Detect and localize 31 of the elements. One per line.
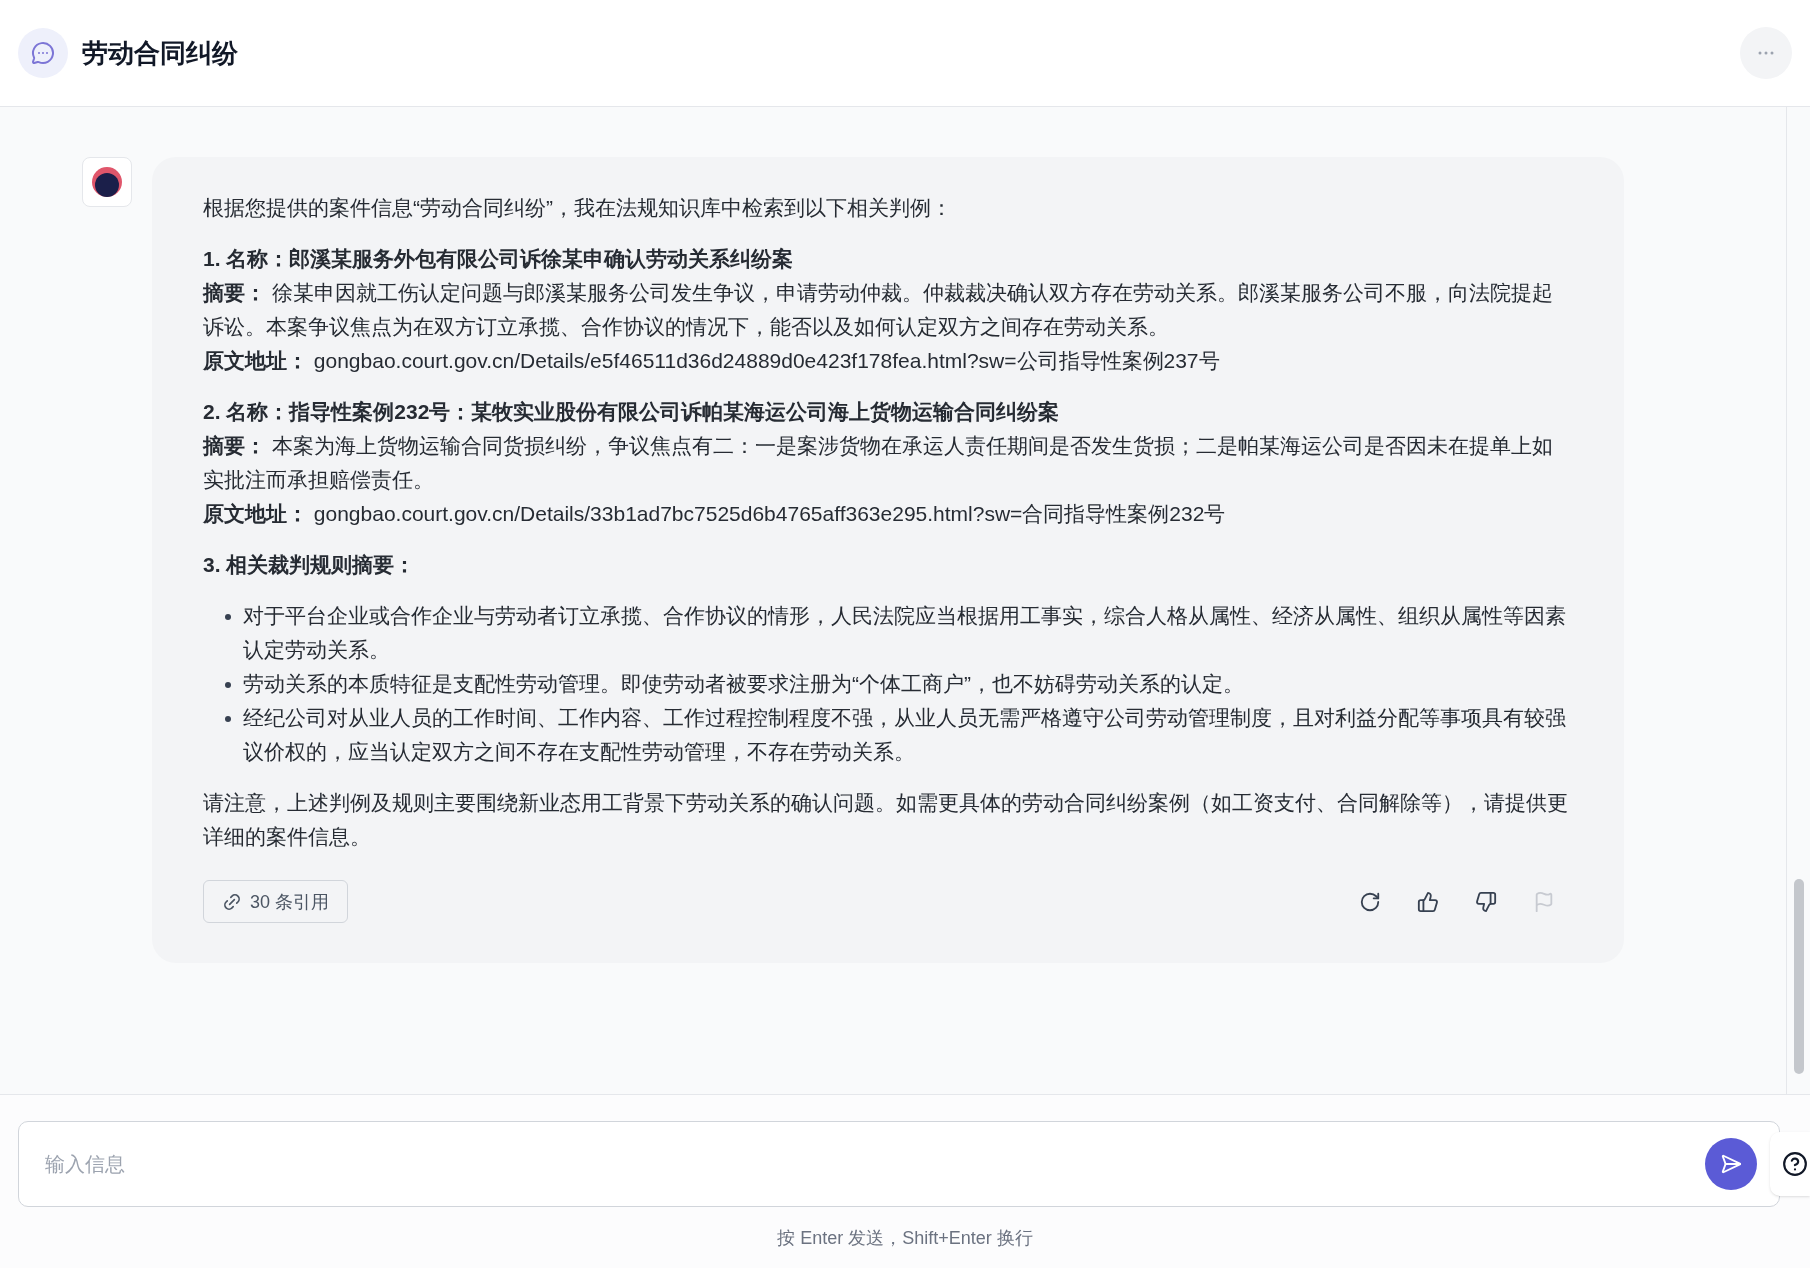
input-hint: 按 Enter 发送，Shift+Enter 换行 bbox=[776, 1227, 1034, 1250]
citations-button[interactable]: 30 条引用 bbox=[203, 880, 349, 923]
more-icon bbox=[1758, 51, 1774, 55]
window-title: 劳动合同纠纷 bbox=[82, 36, 238, 70]
send-icon bbox=[1720, 1153, 1742, 1175]
help-button[interactable] bbox=[1770, 1132, 1810, 1196]
help-icon bbox=[1782, 1151, 1808, 1177]
bullet-icon bbox=[225, 614, 231, 620]
refresh-icon[interactable] bbox=[1359, 890, 1381, 913]
message-input[interactable]: 输入信息 bbox=[45, 1149, 1705, 1179]
case-summary: 摘要： 本案为海上货物运输合同货损纠纷，争议焦点有二：一是案涉货物在承运人责任期间是否发生货损；二是帕某海运公司是否因未在提单上如实批注而承担赔偿责任。 bbox=[203, 433, 1554, 493]
case-summary: 摘要： 徐某申因就工伤认定问题与郎溪某服务公司发生争议，申请劳动仲裁。仲裁裁决确认双方存在劳动关系。郎溪某服务公司不服，向法院提起诉讼。本案争议焦点为在双方订立承揽、合作协议的情况下，能否以及如何认定双方之间存在劳动关系。 bbox=[203, 280, 1554, 340]
message-paragraph: 请注意，上述判例及规则主要围绕新业态用工背景下劳动关系的确认问题。如需更具体的劳动合同纠纷案例（如工资支付、合同解除等），请提供更详细的案件信息。 bbox=[203, 790, 1569, 850]
case-source: 原文地址： gongbao.court.gov.cn/Details/e5f46511d36d24889d0e423f178fea.html?sw=公司指导性案例237号 bbox=[203, 348, 1221, 374]
bullet-text: 对于平台企业或合作企业与劳动者订立承揽、合作协议的情形，人民法院应当根据用工事实，综合人格从属性、经济从属性、组织从属性等因素认定劳动关系。 bbox=[243, 603, 1567, 663]
chat-bubble-icon bbox=[18, 28, 68, 78]
bullet-icon bbox=[225, 682, 231, 688]
bullet-icon bbox=[225, 716, 231, 722]
section-heading: 3. 相关裁判规则摘要： bbox=[203, 552, 417, 578]
bullet-text: 经纪公司对从业人员的工作时间、工作内容、工作过程控制程度不强，从业人员无需严格遵守公司劳动管理制度，且对利益分配等事项具有较强议价权的，应当认定双方之间不存在支配性劳动管理，不存在劳动关系。 bbox=[243, 705, 1567, 765]
case-source: 原文地址： gongbao.court.gov.cn/Details/33b1ad7bc7525d6b4765aff363e295.html?sw=合同指导性案例232号 bbox=[203, 501, 1227, 527]
message-paragraph: 根据您提供的案件信息“劳动合同纠纷”，我在法规知识库中检索到以下相关判例： bbox=[203, 195, 953, 221]
send-button[interactable] bbox=[1705, 1138, 1757, 1190]
avatar-logo-icon bbox=[91, 166, 123, 198]
case-title: 2. 名称：指导性案例232号：某牧实业股份有限公司诉帕某海运公司海上货物运输合同纠纷案 bbox=[203, 399, 1061, 425]
scrollbar-thumb[interactable] bbox=[1793, 879, 1804, 1074]
thumbs-up-icon[interactable] bbox=[1417, 890, 1439, 913]
message-field[interactable]: 输入信息 bbox=[18, 1121, 1780, 1207]
thumbs-down-icon[interactable] bbox=[1475, 890, 1497, 913]
bullet-text: 劳动关系的本质特征是支配性劳动管理。即使劳动者被要求注册为“个体工商户”，也不妨碍劳动关系的认定。 bbox=[243, 671, 1244, 697]
case-title: 1. 名称：郎溪某服务外包有限公司诉徐某申确认劳动关系纠纷案 bbox=[203, 246, 795, 272]
